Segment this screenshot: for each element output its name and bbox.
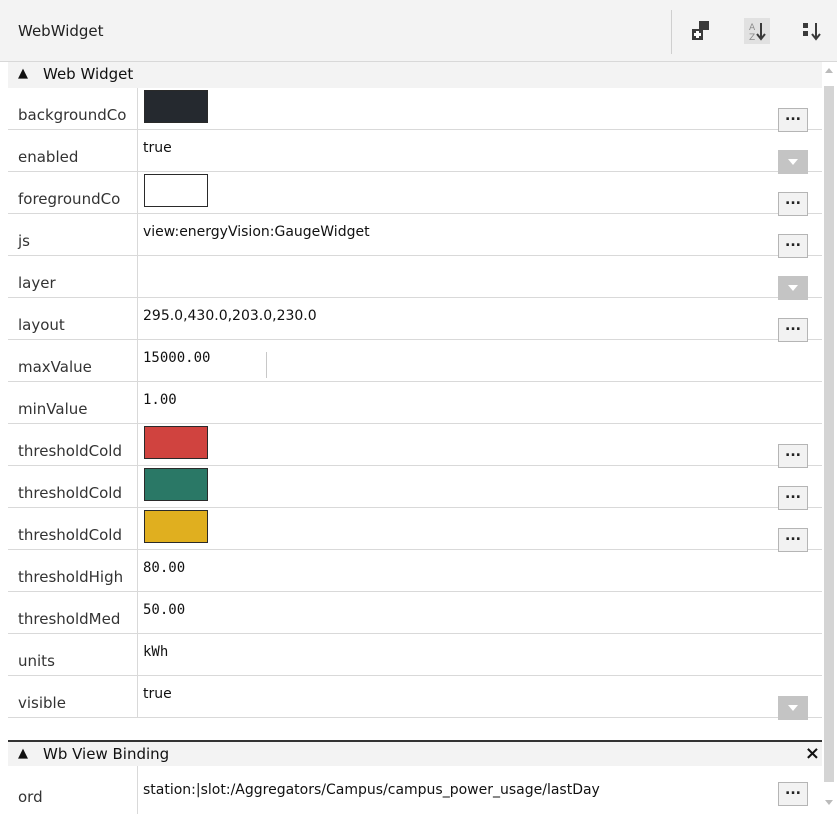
property-row-thresholdMed[interactable]: thresholdMed 50.00 bbox=[8, 592, 822, 634]
property-value[interactable]: true bbox=[143, 140, 172, 156]
new-slot-icon[interactable] bbox=[688, 18, 714, 44]
edit-button[interactable]: ... bbox=[778, 486, 808, 510]
property-row-maxValue[interactable]: maxValue 15000.00 bbox=[8, 340, 822, 382]
property-row-thresholdColorLow[interactable]: thresholdCold... bbox=[8, 466, 822, 510]
panel-header: WebWidget A Z bbox=[0, 0, 837, 62]
vertical-scrollbar[interactable] bbox=[822, 62, 837, 814]
sort-order-icon[interactable] bbox=[799, 18, 825, 44]
scrollbar-thumb[interactable] bbox=[824, 86, 834, 782]
property-value[interactable]: station:|slot:/Aggregators/Campus/campus… bbox=[143, 782, 600, 798]
edit-button[interactable]: ... bbox=[778, 528, 808, 552]
svg-text:A: A bbox=[749, 23, 756, 33]
property-name: thresholdMed bbox=[8, 592, 138, 633]
property-row-backgroundColor[interactable]: backgroundCo... bbox=[8, 88, 822, 132]
property-value[interactable]: 295.0,430.0,203.0,230.0 bbox=[143, 308, 317, 324]
edit-button[interactable]: ... bbox=[778, 108, 808, 132]
property-row-thresholdHigh[interactable]: thresholdHigh 80.00 bbox=[8, 550, 822, 592]
close-icon[interactable]: × bbox=[805, 743, 820, 764]
color-swatch[interactable] bbox=[144, 468, 208, 501]
property-value[interactable]: view:energyVision:GaugeWidget bbox=[143, 224, 370, 240]
edit-button[interactable]: ... bbox=[778, 444, 808, 468]
edit-button[interactable]: ... bbox=[778, 192, 808, 216]
property-row-layout[interactable]: layout 295.0,430.0,203.0,230.0... bbox=[8, 298, 822, 342]
property-row-layer[interactable]: layer bbox=[8, 256, 822, 300]
scroll-down-icon[interactable] bbox=[825, 800, 833, 805]
property-name: layout bbox=[8, 298, 138, 339]
edit-button[interactable]: ... bbox=[778, 782, 808, 806]
scroll-up-icon[interactable] bbox=[825, 68, 833, 73]
sort-alpha-icon[interactable]: A Z bbox=[744, 18, 770, 44]
property-row-js[interactable]: js view:energyVision:GaugeWidget... bbox=[8, 214, 822, 258]
property-name: thresholdCold bbox=[8, 508, 138, 549]
property-name: thresholdHigh bbox=[8, 550, 138, 591]
color-swatch[interactable] bbox=[144, 510, 208, 543]
property-name: visible bbox=[8, 676, 138, 717]
section-title: Web Widget bbox=[43, 65, 134, 83]
property-row-minValue[interactable]: minValue 1.00 bbox=[8, 382, 822, 424]
color-swatch[interactable] bbox=[144, 90, 208, 123]
property-sheet: backgroundCo... enabled true foregroundCo..… bbox=[8, 88, 822, 720]
svg-text:Z: Z bbox=[749, 33, 755, 43]
property-name: js bbox=[8, 214, 138, 255]
property-name: ord bbox=[8, 766, 138, 814]
property-name: maxValue bbox=[8, 340, 138, 381]
property-name: enabled bbox=[8, 130, 138, 171]
property-row-thresholdColorMed[interactable]: thresholdCold... bbox=[8, 508, 822, 552]
color-swatch[interactable] bbox=[144, 174, 208, 207]
section-header-wb-view-binding[interactable]: ▲ Wb View Binding × bbox=[8, 740, 822, 766]
property-name: backgroundCo bbox=[8, 88, 138, 129]
property-value[interactable]: kWh bbox=[143, 644, 168, 660]
dropdown-button[interactable] bbox=[778, 276, 808, 300]
text-cursor bbox=[266, 352, 267, 378]
panel-title: WebWidget bbox=[18, 22, 104, 40]
property-name: minValue bbox=[8, 382, 138, 423]
binding-sheet: ord station:|slot:/Aggregators/Campus/ca… bbox=[8, 766, 822, 814]
section-header-web-widget[interactable]: ▲ Web Widget bbox=[8, 62, 822, 88]
property-row-visible[interactable]: visible true bbox=[8, 676, 822, 720]
property-value[interactable]: 1.00 bbox=[143, 392, 177, 408]
collapse-arrow-icon[interactable]: ▲ bbox=[18, 66, 28, 81]
property-row-units[interactable]: units kWh bbox=[8, 634, 822, 676]
edit-button[interactable]: ... bbox=[778, 234, 808, 258]
property-name: thresholdCold bbox=[8, 424, 138, 465]
property-value[interactable]: 15000.00 bbox=[143, 350, 210, 366]
edit-button[interactable]: ... bbox=[778, 318, 808, 342]
property-row-foregroundColor[interactable]: foregroundCo... bbox=[8, 172, 822, 216]
section-title: Wb View Binding bbox=[43, 745, 170, 763]
property-name: units bbox=[8, 634, 138, 675]
property-name: thresholdCold bbox=[8, 466, 138, 507]
property-value[interactable]: 50.00 bbox=[143, 602, 185, 618]
collapse-arrow-icon[interactable]: ▲ bbox=[18, 746, 28, 761]
color-swatch[interactable] bbox=[144, 426, 208, 459]
property-name: layer bbox=[8, 256, 138, 297]
property-value[interactable]: 80.00 bbox=[143, 560, 185, 576]
property-row-thresholdColorHigh[interactable]: thresholdCold... bbox=[8, 424, 822, 468]
dropdown-button[interactable] bbox=[778, 696, 808, 720]
property-row-ord[interactable]: ord station:|slot:/Aggregators/Campus/ca… bbox=[8, 766, 822, 814]
dropdown-button[interactable] bbox=[778, 150, 808, 174]
property-name: foregroundCo bbox=[8, 172, 138, 213]
property-row-enabled[interactable]: enabled true bbox=[8, 130, 822, 174]
property-value[interactable]: true bbox=[143, 686, 172, 702]
toolbar-separator bbox=[671, 10, 672, 54]
